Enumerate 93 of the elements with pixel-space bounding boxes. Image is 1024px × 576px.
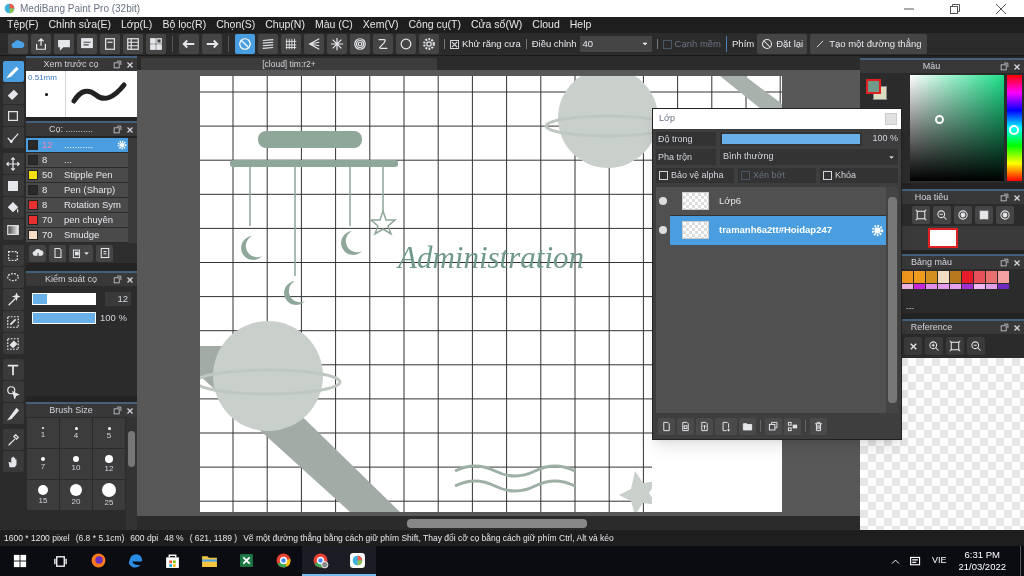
layer-window-title: Lớp xyxy=(659,112,675,126)
brush-size-tile[interactable]: 1 xyxy=(27,418,59,448)
correction-dropdown[interactable]: 40 xyxy=(579,36,652,52)
brush-name: Stipple Pen xyxy=(64,167,114,182)
size-value: 12 xyxy=(105,292,131,306)
menu-item[interactable]: Cửa sổ(W) xyxy=(465,17,528,33)
status-text: ( 621, 1189 ) xyxy=(189,531,238,545)
menu-item[interactable]: Tệp(F) xyxy=(2,17,44,33)
size-label: 4 xyxy=(73,431,79,440)
checkbox-label: Cạnh mềm xyxy=(674,36,722,51)
menu-item[interactable]: Màu (C) xyxy=(309,17,358,33)
size-label: 10 xyxy=(71,464,81,472)
blend-mode-dropdown[interactable]: Bình thường xyxy=(720,149,898,165)
brush-name: pen chuyên xyxy=(64,212,115,227)
brush-size-tile[interactable]: 20 xyxy=(60,480,92,510)
menu-item[interactable]: Help xyxy=(564,17,597,33)
layer-name: tramanh6a2tt#Hoidap247 xyxy=(719,222,833,237)
field-label: Pha trộn xyxy=(656,149,716,165)
status-text: 48 % xyxy=(164,531,184,545)
brush-name: ... xyxy=(64,152,73,167)
panel-title: Bảng màu xyxy=(910,258,953,267)
clock[interactable]: 6:31 PM 21/03/2022 xyxy=(958,549,1006,573)
brush-size: 12 xyxy=(42,138,54,152)
checkbox-label: Xén bớt xyxy=(753,168,785,182)
panel-title: Cọ: ........... xyxy=(48,125,94,134)
checkbox-label: Khóa xyxy=(835,168,857,182)
size-label: 15 xyxy=(38,497,48,505)
brush-name: Smudge xyxy=(64,227,101,242)
brush-size: 8 xyxy=(42,182,49,197)
menu-item[interactable]: Cloud xyxy=(527,17,565,33)
menu-item[interactable]: Chụp(N) xyxy=(260,17,310,33)
field-label: Điều chỉnh xyxy=(531,36,577,51)
brush-name: ........... xyxy=(64,138,95,152)
option-cell[interactable]: Khóa xyxy=(820,168,898,183)
clock-date: 21/03/2022 xyxy=(958,561,1006,573)
brush-size-tile[interactable]: 7 xyxy=(27,449,59,479)
brush-name: Rotation Sym xyxy=(64,197,123,212)
window-title: MediBang Paint Pro (32bit) xyxy=(20,2,141,16)
brush-list-item[interactable]: 70 Smudge xyxy=(26,228,128,243)
brush-size: 8 xyxy=(42,197,49,212)
panel-title: Brush Size xyxy=(48,406,94,415)
status-text: 600 dpi xyxy=(130,531,159,545)
menu-item[interactable]: Bộ lọc(R) xyxy=(157,17,212,33)
panel-title: Reference xyxy=(909,323,954,332)
brush-size: 50 xyxy=(42,167,54,182)
panel-title: Màu xyxy=(921,62,942,71)
straight-line-button[interactable]: Tạo một đường thẳng xyxy=(810,34,927,54)
size-label: 1 xyxy=(40,431,46,439)
status-text: (6.8 * 5.1cm) xyxy=(75,531,125,545)
status-text: Vẽ một đường thẳng bằng cách giữ phím Shift, Thay đổi cỡ cọ bằng cách giữ phím Ctrl, Alt và kéo xyxy=(243,531,614,545)
brush-list-item[interactable]: 50 Stipple Pen xyxy=(26,168,128,183)
menu-item[interactable]: Xem(V) xyxy=(357,17,404,33)
menu-item[interactable]: Chọn(S) xyxy=(211,17,261,33)
panel-title: Hoa tiêu xyxy=(913,193,950,202)
brush-size-tile[interactable]: 12 xyxy=(93,449,125,479)
status-text: 1600 * 1200 pixel xyxy=(4,531,70,545)
menu-item[interactable]: Công cụ(T) xyxy=(403,17,466,33)
opacity-value: 100 % xyxy=(100,311,127,325)
size-label: 25 xyxy=(104,499,114,507)
menu-item[interactable]: Lớp(L) xyxy=(115,17,158,33)
menu-item[interactable]: Chỉnh sửa(E) xyxy=(43,17,116,33)
brush-name: Pen (Sharp) xyxy=(64,182,117,197)
checkbox-label: Khử răng cưa xyxy=(462,36,521,51)
option-cell[interactable]: Bảo vệ alpha xyxy=(656,168,734,183)
document-tab[interactable]: [cloud] tim:r2+ xyxy=(141,58,437,70)
brush-size-tile[interactable]: 25 xyxy=(93,480,125,510)
brush-size: 70 xyxy=(42,212,54,227)
language-indicator[interactable]: VIE xyxy=(931,554,947,568)
brush-size-tile[interactable]: 4 xyxy=(60,418,92,448)
brush-size: 8 xyxy=(42,152,49,167)
panel-title: Kiểm soát cọ xyxy=(44,275,98,284)
brush-list-item[interactable]: 8 Rotation Sym xyxy=(26,198,128,213)
checkbox-label: Bảo vệ alpha xyxy=(671,168,724,182)
layer-name: Lớp6 xyxy=(719,193,743,208)
palette-entry[interactable]: --- xyxy=(906,303,914,312)
brush-list-item[interactable]: 8 Pen (Sharp) xyxy=(26,183,128,198)
size-label: 7 xyxy=(40,463,46,471)
brush-size-text: 0.51mm xyxy=(28,72,57,84)
size-label: 20 xyxy=(71,498,81,506)
brush-size-tile[interactable]: 10 xyxy=(60,449,92,479)
brush-size-tile[interactable]: 5 xyxy=(93,418,125,448)
size-label: 5 xyxy=(106,431,112,440)
brush-size-tile[interactable]: 15 xyxy=(27,480,59,510)
clock-time: 6:31 PM xyxy=(964,549,1000,561)
opacity-value: 100 % xyxy=(871,132,898,146)
field-label: Độ trong xyxy=(656,132,716,146)
reset-button[interactable]: Đặt lại xyxy=(757,34,808,54)
brush-list-item[interactable]: 8 ... xyxy=(26,153,128,168)
size-label: 12 xyxy=(104,465,114,473)
panel-title: Xem trước cọ xyxy=(42,60,100,69)
brush-list-item[interactable]: 70 pen chuyên xyxy=(26,213,128,228)
field-label: Phím xyxy=(732,36,755,51)
brush-size: 70 xyxy=(42,227,54,242)
